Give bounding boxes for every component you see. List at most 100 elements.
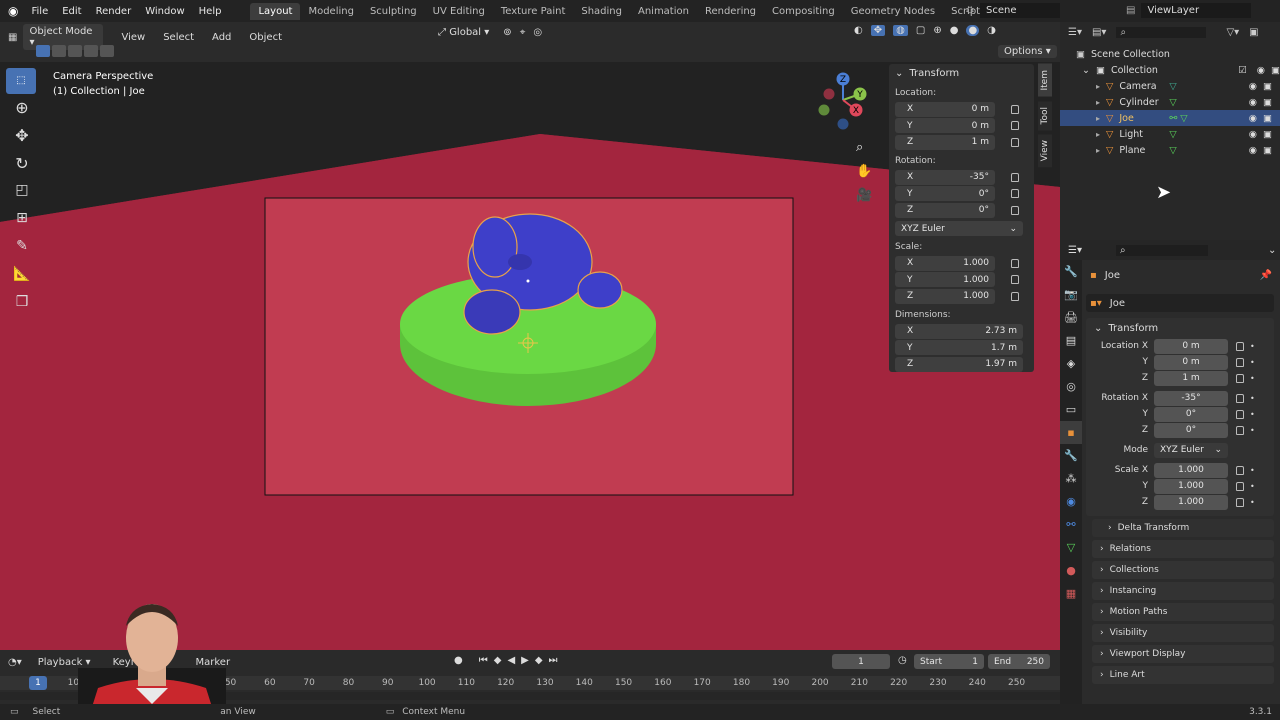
section-relations[interactable]: › Relations — [1092, 540, 1274, 558]
display-mode-icon[interactable]: ▤▾ — [1092, 27, 1106, 38]
eye-icon[interactable]: ◉ — [1249, 81, 1257, 92]
menu-help[interactable]: Help — [192, 6, 229, 17]
workspace-tab-modeling[interactable]: Modeling — [300, 3, 362, 20]
pan-hand-icon[interactable]: ✋ — [856, 160, 872, 184]
lock-icon[interactable] — [1011, 121, 1019, 130]
cursor-icon[interactable]: ⊕ — [6, 98, 38, 126]
scene-selector[interactable]: ⛭ Scene — [966, 3, 1060, 18]
particles-tab-icon[interactable]: ⁂ — [1060, 467, 1082, 490]
keyframe-dot-icon[interactable]: • — [1250, 358, 1255, 367]
section-delta-transform[interactable]: › Delta Transform — [1092, 519, 1274, 537]
current-frame-marker[interactable]: 1 — [29, 676, 47, 690]
viewport-menu-select[interactable]: Select — [157, 30, 200, 45]
workspace-tab-compositing[interactable]: Compositing — [764, 3, 843, 20]
viewport-menu-object[interactable]: Object — [243, 30, 288, 45]
3d-viewport[interactable]: Camera Perspective (1) Collection | Joe … — [0, 62, 1060, 650]
select-new-icon[interactable] — [36, 45, 50, 57]
workspace-tab-uv-editing[interactable]: UV Editing — [425, 3, 493, 20]
lock-icon[interactable] — [1011, 189, 1019, 198]
rotation-mode-dropdown[interactable]: XYZ Euler ⌄ — [895, 221, 1023, 236]
editor-type-icon[interactable]: ▦ — [8, 32, 17, 43]
outliner-item-joe[interactable]: ▸ ▽ Joe ⚯ ▽ ◉ ▣ — [1060, 110, 1280, 126]
chevron-right-icon[interactable]: ▸ — [1096, 114, 1100, 123]
lock-icon[interactable] — [1236, 465, 1244, 475]
rotation-field[interactable]: X -35° — [895, 169, 995, 185]
shading-solid-icon[interactable]: ● — [950, 25, 959, 36]
rotation-x-field[interactable]: -35° — [1154, 390, 1228, 406]
sidebar-tab-tool[interactable]: Tool — [1038, 100, 1052, 130]
lock-icon[interactable] — [1011, 258, 1019, 268]
lock-icon[interactable] — [1236, 425, 1244, 435]
lock-icon[interactable] — [1236, 497, 1244, 507]
keyframe-dot-icon[interactable]: • — [1250, 498, 1255, 507]
workspace-tab-animation[interactable]: Animation — [630, 3, 697, 20]
section-viewport-display[interactable]: › Viewport Display — [1092, 645, 1274, 663]
material-tab-icon[interactable]: ● — [1060, 559, 1082, 582]
lock-icon[interactable] — [1011, 275, 1019, 284]
constraints-tab-icon[interactable]: ⚯ — [1060, 513, 1082, 536]
tool-tab-icon[interactable]: 🔧 — [1060, 260, 1082, 283]
location-field[interactable]: Z 1 m — [895, 134, 995, 150]
rotation-mode-dropdown[interactable]: XYZ Euler ⌄ — [1154, 442, 1228, 458]
next-keyframe-icon[interactable]: ◆ — [535, 655, 543, 666]
lock-icon[interactable] — [1011, 172, 1019, 182]
transform-panel-header[interactable]: ⌄ Transform — [889, 64, 1034, 82]
scale-field[interactable]: X 1.000 — [895, 255, 995, 271]
viewport-menu-add[interactable]: Add — [206, 30, 237, 45]
object-tab-icon[interactable]: ▪ — [1060, 421, 1082, 444]
jump-end-icon[interactable]: ⏭ — [549, 655, 558, 666]
lock-icon[interactable] — [1236, 373, 1244, 383]
sidebar-tab-item[interactable]: Item — [1038, 64, 1052, 97]
dimensions-field[interactable]: Y 1.7 m — [895, 340, 1023, 355]
rotate-icon[interactable]: ↻ — [6, 154, 38, 182]
scale-icon[interactable]: ◰ — [6, 182, 38, 210]
location-z-field[interactable]: 1 m — [1154, 370, 1228, 386]
keyframe-dot-icon[interactable]: • — [1250, 466, 1255, 475]
measure-icon[interactable]: 📐 — [6, 266, 38, 294]
lock-icon[interactable] — [1011, 291, 1019, 301]
chevron-right-icon[interactable]: ▸ — [1096, 146, 1100, 155]
scale-y-field[interactable]: 1.000 — [1154, 478, 1228, 494]
physics-tab-icon[interactable]: ◉ — [1060, 490, 1082, 513]
navigation-gizmo[interactable]: Z Y X — [812, 70, 874, 138]
outliner-item-camera[interactable]: ▸ ▽ Camera ▽ ◉ ▣ — [1060, 78, 1280, 94]
render-tab-icon[interactable]: 📷 — [1060, 283, 1082, 306]
keyframe-dot-icon[interactable]: • — [1250, 410, 1255, 419]
collection-tab-icon[interactable]: ▭ — [1060, 398, 1082, 421]
scale-field[interactable]: Z 1.000 — [895, 288, 995, 304]
data-tab-icon[interactable]: ▽ — [1060, 536, 1082, 559]
section-motion-paths[interactable]: › Motion Paths — [1092, 603, 1274, 621]
scale-z-field[interactable]: 1.000 — [1154, 494, 1228, 510]
chevron-down-icon[interactable]: ⌄ — [1268, 245, 1276, 256]
eye-icon[interactable]: ◉ — [1249, 113, 1257, 124]
camera-render-icon[interactable]: ▣ — [1263, 129, 1272, 140]
scale-x-field[interactable]: 1.000 — [1154, 462, 1228, 478]
location-field[interactable]: X 0 m — [895, 101, 995, 117]
snap-icon[interactable]: ⌖ — [520, 27, 526, 38]
play-reverse-icon[interactable]: ◀ — [507, 655, 515, 666]
gizmo-toggle-icon[interactable]: ✥ — [870, 25, 886, 36]
stopwatch-icon[interactable]: ◷ — [898, 655, 907, 666]
keyframe-dot-icon[interactable]: • — [1250, 374, 1255, 383]
camera-view-icon[interactable]: 🎥 — [856, 184, 872, 208]
overlay-icon[interactable]: ◍ — [893, 25, 908, 36]
keyframe-dot-icon[interactable]: • — [1250, 426, 1255, 435]
jump-start-icon[interactable]: ⏮ — [479, 655, 488, 666]
blender-logo-icon[interactable]: ◉ — [8, 4, 18, 18]
transform-section-header[interactable]: ⌄ Transform — [1086, 318, 1274, 338]
clock-icon[interactable]: ◔▾ — [8, 657, 22, 668]
scene-tab-icon[interactable]: ◈ — [1060, 352, 1082, 375]
proportional-edit-icon[interactable]: ◎ — [533, 27, 542, 38]
camera-render-icon[interactable]: ▣ — [1271, 65, 1280, 76]
lock-icon[interactable] — [1236, 393, 1244, 403]
keyframe-dot-icon[interactable]: • — [1250, 394, 1255, 403]
view-layer-tab-icon[interactable]: ▤ — [1060, 329, 1082, 352]
visibility-icon[interactable]: ◐ — [854, 25, 863, 36]
eye-icon[interactable]: ◉ — [1249, 129, 1257, 140]
menu-window[interactable]: Window — [138, 6, 191, 17]
scale-field[interactable]: Y 1.000 — [895, 272, 995, 287]
menu-render[interactable]: Render — [89, 6, 139, 17]
add-cube-icon[interactable]: ❒ — [6, 294, 38, 322]
start-frame-field[interactable]: Start 1 — [914, 654, 984, 669]
scene-collection-row[interactable]: ▣ Scene Collection — [1060, 46, 1280, 62]
